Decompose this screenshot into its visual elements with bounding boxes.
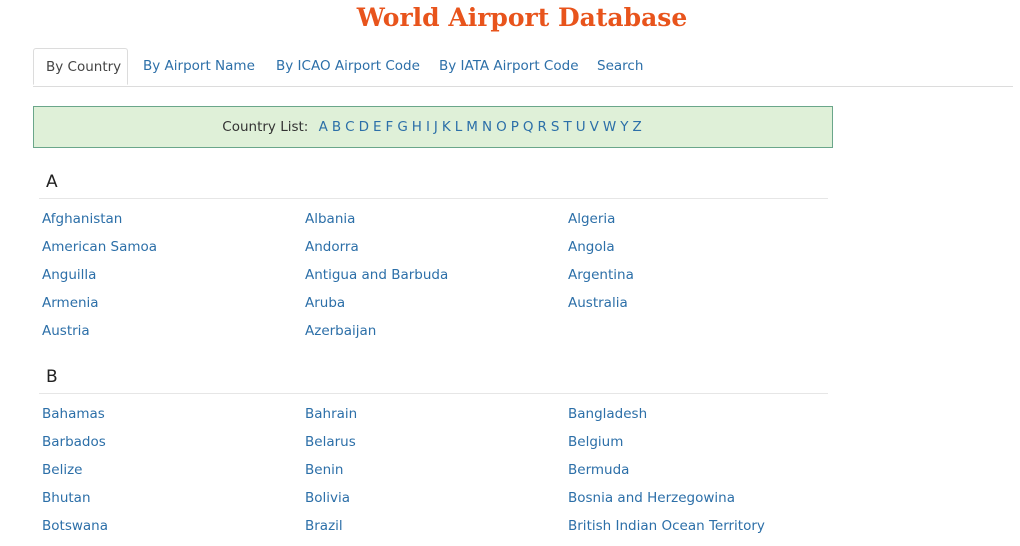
country-list-label: Country List: [222,119,309,135]
letter-link-v[interactable]: V [590,119,599,135]
country-link[interactable]: Angola [568,238,615,256]
country-link[interactable]: Azerbaijan [305,322,376,340]
country-link[interactable]: Albania [305,210,355,228]
letter-link-p[interactable]: P [511,119,519,135]
letter-link-z[interactable]: Z [632,119,641,135]
letter-link-s[interactable]: S [551,119,560,135]
letter-link-i[interactable]: I [426,119,430,135]
tab-by-country[interactable]: By Country [33,48,128,85]
country-link[interactable]: Barbados [42,433,106,451]
country-link[interactable]: Benin [305,461,343,479]
letter-link-k[interactable]: K [442,119,451,135]
country-link[interactable]: Argentina [568,266,634,284]
country-link[interactable]: Bhutan [42,489,91,507]
country-link[interactable]: Belgium [568,433,623,451]
letter-link-n[interactable]: N [482,119,492,135]
page-title: World Airport Database [356,3,688,32]
letter-link-y[interactable]: Y [620,119,628,135]
country-link[interactable]: Bahamas [42,405,105,423]
country-link[interactable]: British Indian Ocean Territory [568,517,765,535]
country-link[interactable]: Anguilla [42,266,96,284]
letter-link-e[interactable]: E [373,119,382,135]
letter-link-r[interactable]: R [538,119,547,135]
letter-link-w[interactable]: W [603,119,616,135]
country-link[interactable]: Bahrain [305,405,357,423]
letter-link-u[interactable]: U [576,119,586,135]
letter-link-q[interactable]: Q [523,119,534,135]
section-divider [39,198,828,199]
section-heading-a: A [46,172,58,192]
letter-link-l[interactable]: L [455,119,463,135]
country-link[interactable]: Brazil [305,517,343,535]
country-link[interactable]: Bosnia and Herzegowina [568,489,735,507]
section-divider [39,393,828,394]
country-link[interactable]: Aruba [305,294,345,312]
country-link[interactable]: Australia [568,294,628,312]
country-link[interactable]: Bolivia [305,489,350,507]
letter-link-o[interactable]: O [496,119,507,135]
country-link[interactable]: Botswana [42,517,108,535]
tab-bar: By Country By Airport Name By ICAO Airpo… [33,48,1013,87]
tab-by-airport-name[interactable]: By Airport Name [143,48,255,85]
country-link[interactable]: Algeria [568,210,615,228]
letter-link-f[interactable]: F [386,119,394,135]
letter-link-c[interactable]: C [345,119,354,135]
country-link[interactable]: Afghanistan [42,210,122,228]
country-link[interactable]: Belarus [305,433,356,451]
letter-link-m[interactable]: M [466,119,478,135]
country-link[interactable]: American Samoa [42,238,157,256]
country-link[interactable]: Antigua and Barbuda [305,266,448,284]
country-link[interactable]: Andorra [305,238,359,256]
country-link[interactable]: Austria [42,322,90,340]
letter-link-j[interactable]: J [434,119,438,135]
section-heading-b: B [46,367,58,387]
country-link[interactable]: Bangladesh [568,405,647,423]
country-list-bar: Country List: ABCDEFGHIJKLMNOPQRSTUVWYZ [33,106,833,148]
letter-link-d[interactable]: D [359,119,369,135]
letter-link-h[interactable]: H [412,119,422,135]
country-link[interactable]: Bermuda [568,461,629,479]
tab-search[interactable]: Search [597,48,643,85]
country-link[interactable]: Armenia [42,294,99,312]
letter-link-t[interactable]: T [563,119,571,135]
tab-by-icao-code[interactable]: By ICAO Airport Code [276,48,420,85]
letter-link-a[interactable]: A [319,119,328,135]
country-link[interactable]: Belize [42,461,82,479]
tab-by-iata-code[interactable]: By IATA Airport Code [439,48,579,85]
letter-link-b[interactable]: B [332,119,341,135]
letter-link-g[interactable]: G [397,119,407,135]
